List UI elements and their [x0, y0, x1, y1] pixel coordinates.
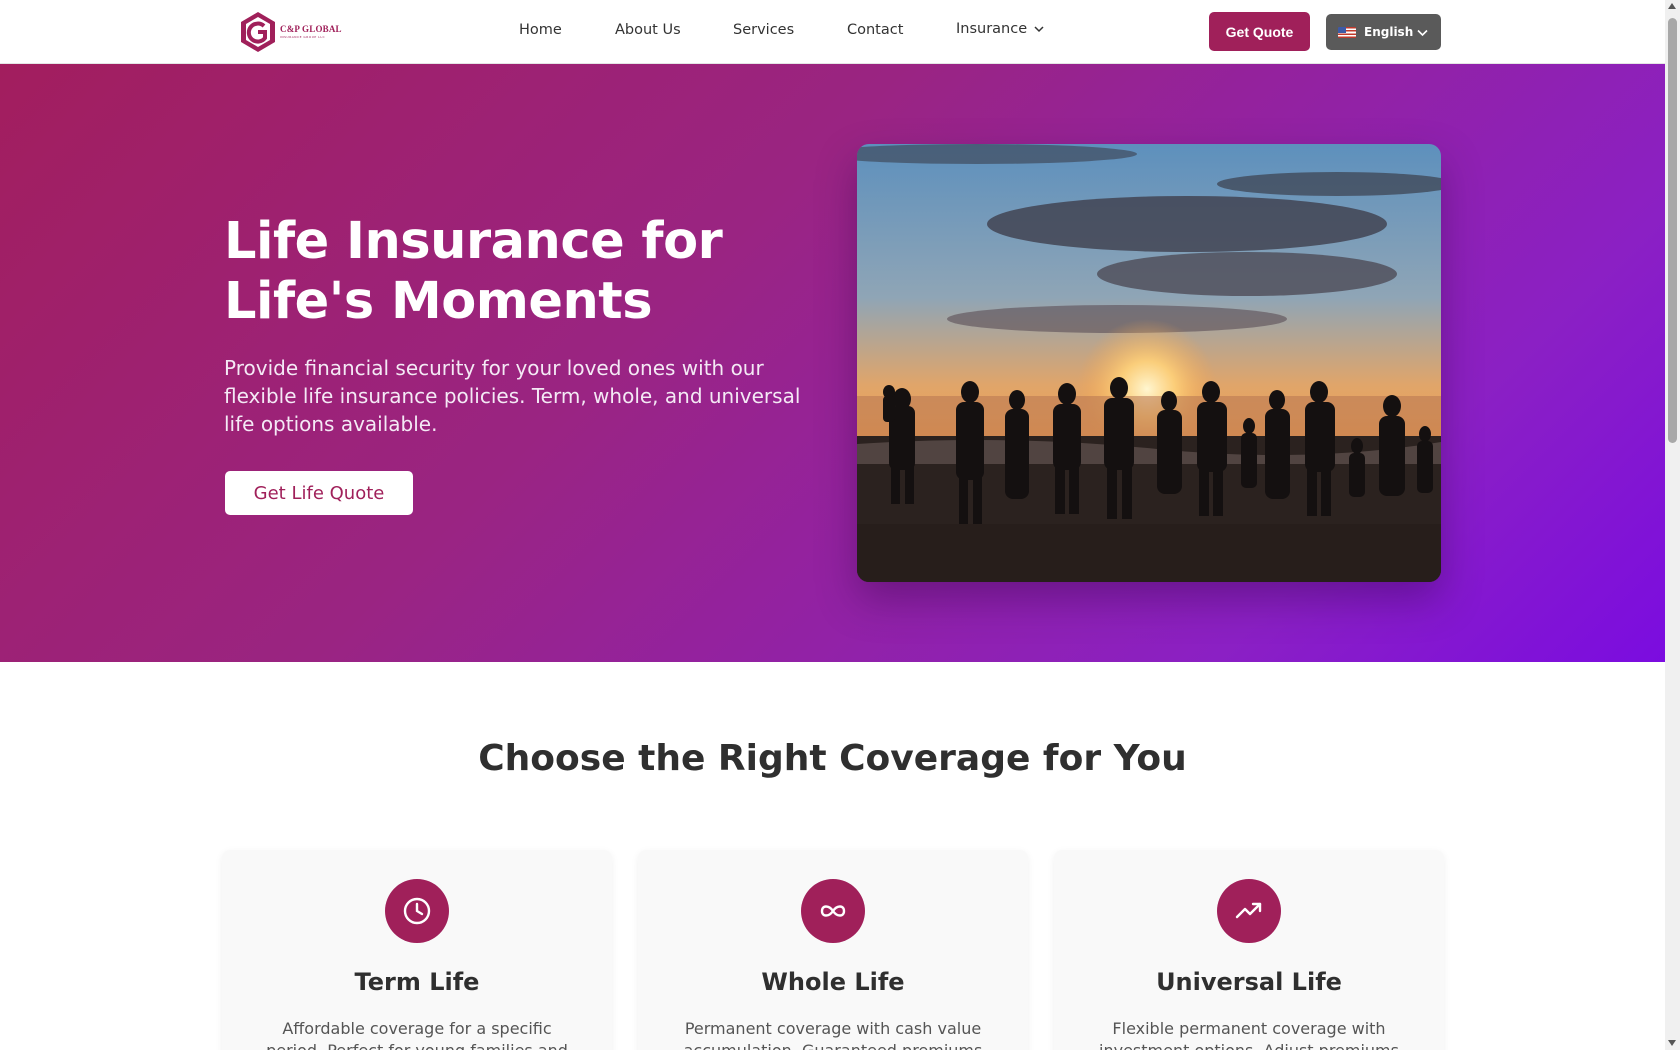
whole-life-title: Whole Life: [761, 968, 905, 996]
nav-services-link[interactable]: Services: [733, 22, 794, 38]
universal-life-icon-circle: [1217, 879, 1281, 943]
nav-home-link[interactable]: Home: [519, 22, 562, 38]
whole-life-icon-circle: [801, 879, 865, 943]
universal-life-title: Universal Life: [1156, 968, 1342, 996]
get-life-quote-button[interactable]: Get Life Quote: [225, 471, 413, 515]
language-label: English: [1364, 25, 1414, 39]
nav-contact-link[interactable]: Contact: [847, 22, 903, 38]
scroll-down-arrow-icon[interactable]: [1668, 1040, 1676, 1046]
top-navbar: C&P GLOBAL INSURANCE GROUP LLC Home Abou…: [0, 0, 1665, 64]
universal-life-description: Flexible permanent coverage with investm…: [1099, 1019, 1399, 1050]
hero-section: Life Insurance for Life's Moments Provid…: [0, 64, 1665, 662]
clock-icon: [403, 897, 431, 925]
nav-insurance-dropdown[interactable]: Insurance: [956, 21, 1045, 37]
whole-life-description: Permanent coverage with cash value accum…: [684, 1019, 983, 1050]
term-life-icon-circle: [385, 879, 449, 943]
infinity-icon: [820, 905, 846, 917]
trending-up-icon: [1235, 902, 1262, 919]
language-selector[interactable]: English: [1326, 14, 1441, 50]
get-quote-button[interactable]: Get Quote: [1209, 12, 1310, 51]
us-flag-icon: [1338, 26, 1356, 38]
whole-life-card[interactable]: Whole Life Permanent coverage with cash …: [638, 850, 1028, 1050]
hero-description: Provide financial security for your love…: [224, 356, 801, 436]
scrollbar-thumb[interactable]: [1668, 18, 1677, 443]
chevron-down-icon: [1417, 29, 1428, 37]
scroll-up-arrow-icon[interactable]: [1668, 3, 1676, 9]
nav-about-link[interactable]: About Us: [615, 22, 681, 38]
term-life-description: Affordable coverage for a specific perio…: [266, 1019, 568, 1050]
term-life-card[interactable]: Term Life Affordable coverage for a spec…: [222, 850, 612, 1050]
page-scrollbar[interactable]: [1665, 0, 1680, 1050]
chevron-down-icon: [1034, 26, 1044, 33]
hero-title: Life Insurance for Life's Moments: [224, 212, 723, 331]
family-beach-photo: [857, 144, 1441, 582]
coverage-section-title: Choose the Right Coverage for You: [478, 738, 1187, 779]
family-on-beach-at-sunset-photo: [857, 144, 1441, 582]
term-life-title: Term Life: [354, 968, 480, 996]
nav-insurance-label: Insurance: [956, 21, 1028, 37]
universal-life-card[interactable]: Universal Life Flexible permanent covera…: [1054, 850, 1444, 1050]
